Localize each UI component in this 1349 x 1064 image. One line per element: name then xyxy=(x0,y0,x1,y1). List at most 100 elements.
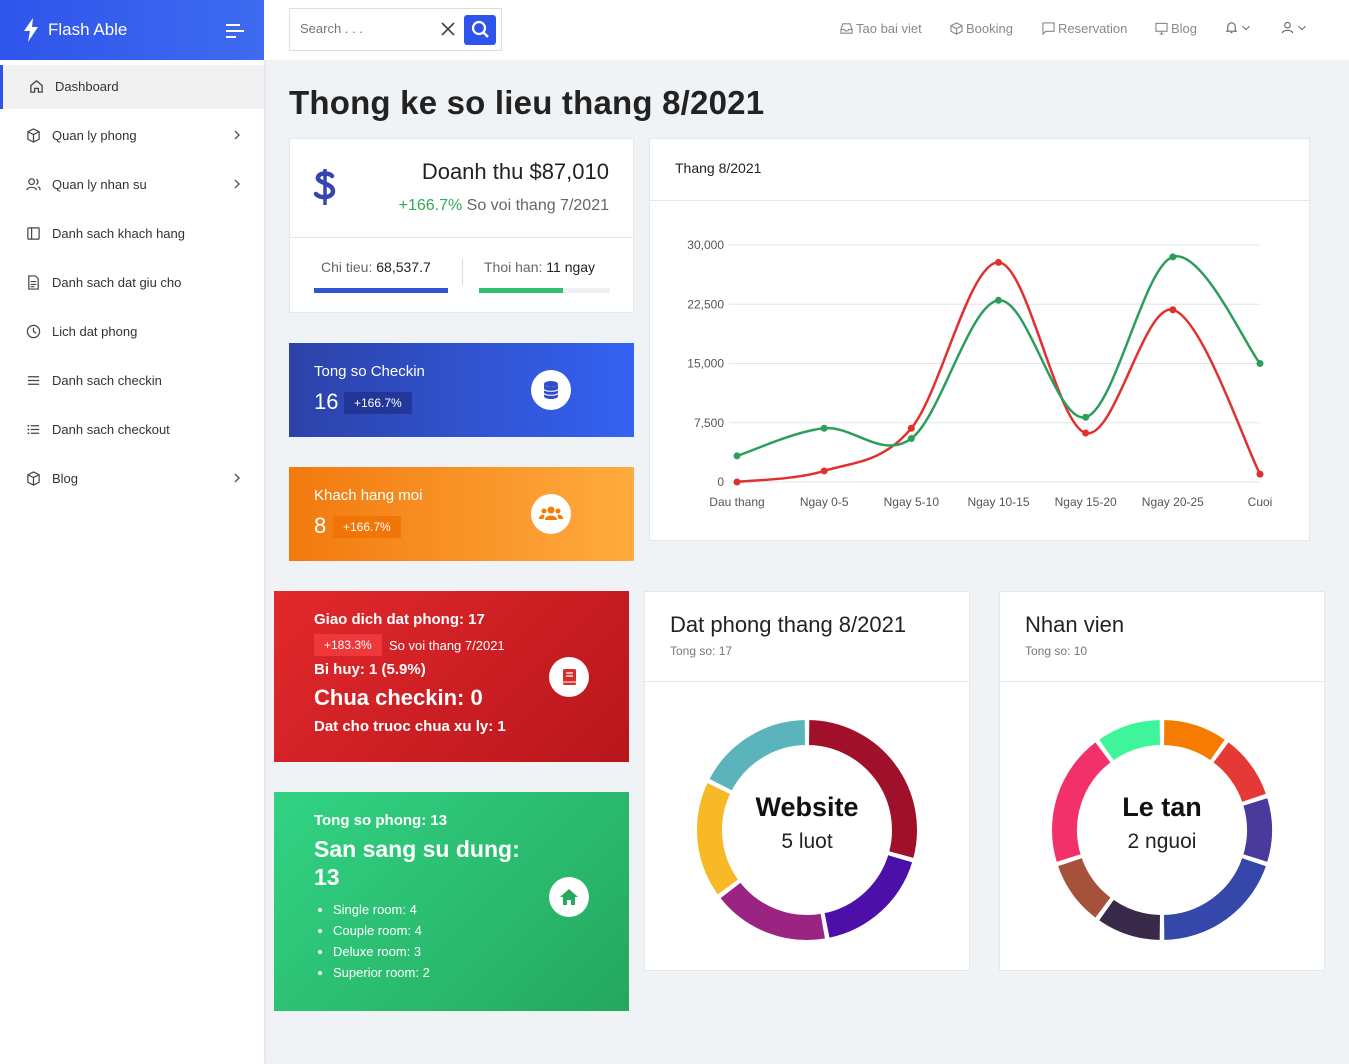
sidebar-item-checkout[interactable]: Danh sach checkout xyxy=(0,408,264,452)
line-chart: 0 7,500 15,000 22,500 30,000 Dau thang Ngay 0-… xyxy=(687,238,1273,509)
sidebar xyxy=(0,0,264,1064)
donut2-title: Nhan vien xyxy=(1025,612,1125,637)
sidebar-item-staff[interactable]: Quan ly nhan su xyxy=(0,163,264,207)
sidebar-item-label: Blog xyxy=(52,471,79,486)
bookings-card: Giao dich dat phong: 17 +183.3% So voi t… xyxy=(274,591,629,762)
donut-slice xyxy=(717,880,828,942)
user-dropdown[interactable] xyxy=(1281,21,1307,34)
sidebar-item-label: Danh sach checkin xyxy=(52,373,162,388)
sidebar-item-label: Quan ly phong xyxy=(52,128,137,143)
y-tick-label: 15,000 xyxy=(687,357,724,371)
chevron-down-icon xyxy=(1298,25,1306,31)
home-icon xyxy=(560,889,578,905)
close-icon[interactable] xyxy=(441,22,455,36)
spend-progress-track xyxy=(314,288,448,293)
header-link-label: Blog xyxy=(1171,21,1198,36)
sidebar-item-label: Lich dat phong xyxy=(52,324,138,339)
revenue-card: Doanh thu $87,010 +166.7% So voi thang 7… xyxy=(289,138,635,313)
data-point xyxy=(820,424,828,432)
bookings-donut-chart xyxy=(695,717,919,942)
file-text-icon xyxy=(28,275,39,290)
new-customers-badge: +166.7% xyxy=(333,516,401,538)
y-tick-label: 22,500 xyxy=(687,297,724,311)
series-line xyxy=(736,255,1261,458)
checkin-card: Tong so Checkin 16 +166.7% xyxy=(289,343,634,437)
brand-name: Flash Able xyxy=(48,20,128,39)
bookings-icon-circle xyxy=(549,657,589,697)
user-icon xyxy=(1281,21,1294,34)
chevron-right-icon xyxy=(234,130,240,140)
sidebar-item-customers[interactable]: Danh sach khach hang xyxy=(0,212,264,256)
checkin-icon-circle xyxy=(531,370,571,410)
staff-donut-card: Nhan vien Tong so: 10 Le tan 2 nguoi xyxy=(999,591,1325,971)
line-chart-title: Thang 8/2021 xyxy=(675,160,762,176)
header-link-create-post[interactable]: Tao bai viet xyxy=(840,21,922,36)
header-link-blog[interactable]: Blog xyxy=(1155,21,1197,36)
sidebar-item-dashboard[interactable]: Dashboard xyxy=(0,65,264,109)
chevron-right-icon xyxy=(234,179,240,189)
revenue-title: Doanh thu $87,010 xyxy=(421,159,609,184)
sidebar-item-rooms[interactable]: Quan ly phong xyxy=(0,114,264,158)
header-link-booking[interactable]: Booking xyxy=(950,21,1013,36)
bulleted-list-icon xyxy=(27,424,40,435)
sidebar-item-label: Danh sach checkout xyxy=(52,422,170,437)
data-point xyxy=(1256,470,1264,478)
term-progress-fill xyxy=(479,288,563,293)
sidebar-item-holds[interactable]: Danh sach dat giu cho xyxy=(0,261,264,305)
search-input[interactable] xyxy=(300,21,420,36)
bookings-total: Giao dich dat phong: 17 xyxy=(314,611,485,628)
term-label: Thoi han: xyxy=(484,259,543,275)
header-link-label: Tao bai viet xyxy=(856,21,922,36)
bookings-not-checked: Chua checkin: 0 xyxy=(314,685,483,710)
x-tick-label: Ngay 10-15 xyxy=(967,495,1029,509)
data-point xyxy=(1256,360,1264,367)
sidebar-item-checkin[interactable]: Danh sach checkin xyxy=(0,359,264,403)
data-point xyxy=(1169,306,1177,314)
donut-slice xyxy=(706,717,808,794)
donut1-center-value: 5 luot xyxy=(781,830,833,853)
new-customers-icon-circle xyxy=(531,494,571,534)
list-item: Couple room: 4 xyxy=(333,920,430,941)
notifications-dropdown[interactable] xyxy=(1225,21,1251,34)
donut1-title: Dat phong thang 8/2021 xyxy=(670,612,907,637)
rooms-card: Tong so phong: 13 San sang su dung: 13 S… xyxy=(274,792,629,1011)
spend-value: 68,537.7 xyxy=(376,259,431,275)
sidebar-item-label: Danh sach dat giu cho xyxy=(52,275,182,290)
term-value: 11 ngay xyxy=(546,259,596,275)
dollar-icon xyxy=(313,169,336,205)
x-tick-label: Ngay 20-25 xyxy=(1142,495,1204,509)
x-tick-label: Cuoi xyxy=(1248,495,1273,509)
spend-progress-fill xyxy=(314,288,448,293)
staff-donut-chart xyxy=(1050,717,1274,943)
checkin-value: 16 xyxy=(314,389,339,414)
sidebar-item-schedule[interactable]: Lich dat phong xyxy=(0,310,264,354)
box-icon xyxy=(27,471,40,486)
x-tick-label: Ngay 0-5 xyxy=(800,495,849,509)
inbox-icon xyxy=(840,23,853,34)
box-icon xyxy=(27,128,40,143)
clock-icon xyxy=(26,324,41,339)
sidebar-item-blog[interactable]: Blog xyxy=(0,457,264,501)
book-icon xyxy=(563,669,576,685)
series-line xyxy=(736,261,1262,484)
donut1-subtitle: Tong so: 17 xyxy=(670,644,733,658)
list-item: Deluxe room: 3 xyxy=(333,941,430,962)
data-point xyxy=(1169,253,1177,261)
page-title: Thong ke so lieu thang 8/2021 xyxy=(289,84,765,121)
chevron-right-icon xyxy=(234,473,240,483)
new-customers-title: Khach hang moi xyxy=(314,487,423,504)
list-item: Superior room: 2 xyxy=(333,962,430,983)
donut2-center-value: 2 nguoi xyxy=(1127,830,1197,853)
search-button[interactable] xyxy=(464,15,496,45)
y-tick-label: 0 xyxy=(717,475,724,489)
bolt-icon xyxy=(24,18,38,42)
header-link-reservation[interactable]: Reservation xyxy=(1042,21,1127,36)
chevron-down-icon xyxy=(1242,25,1250,31)
data-point xyxy=(1082,429,1090,437)
box-icon xyxy=(950,22,963,35)
rooms-icon-circle xyxy=(549,877,589,917)
search-box xyxy=(289,8,502,51)
data-point xyxy=(733,452,741,460)
monitor-icon xyxy=(1155,22,1168,35)
menu-toggle-icon[interactable] xyxy=(226,24,244,38)
